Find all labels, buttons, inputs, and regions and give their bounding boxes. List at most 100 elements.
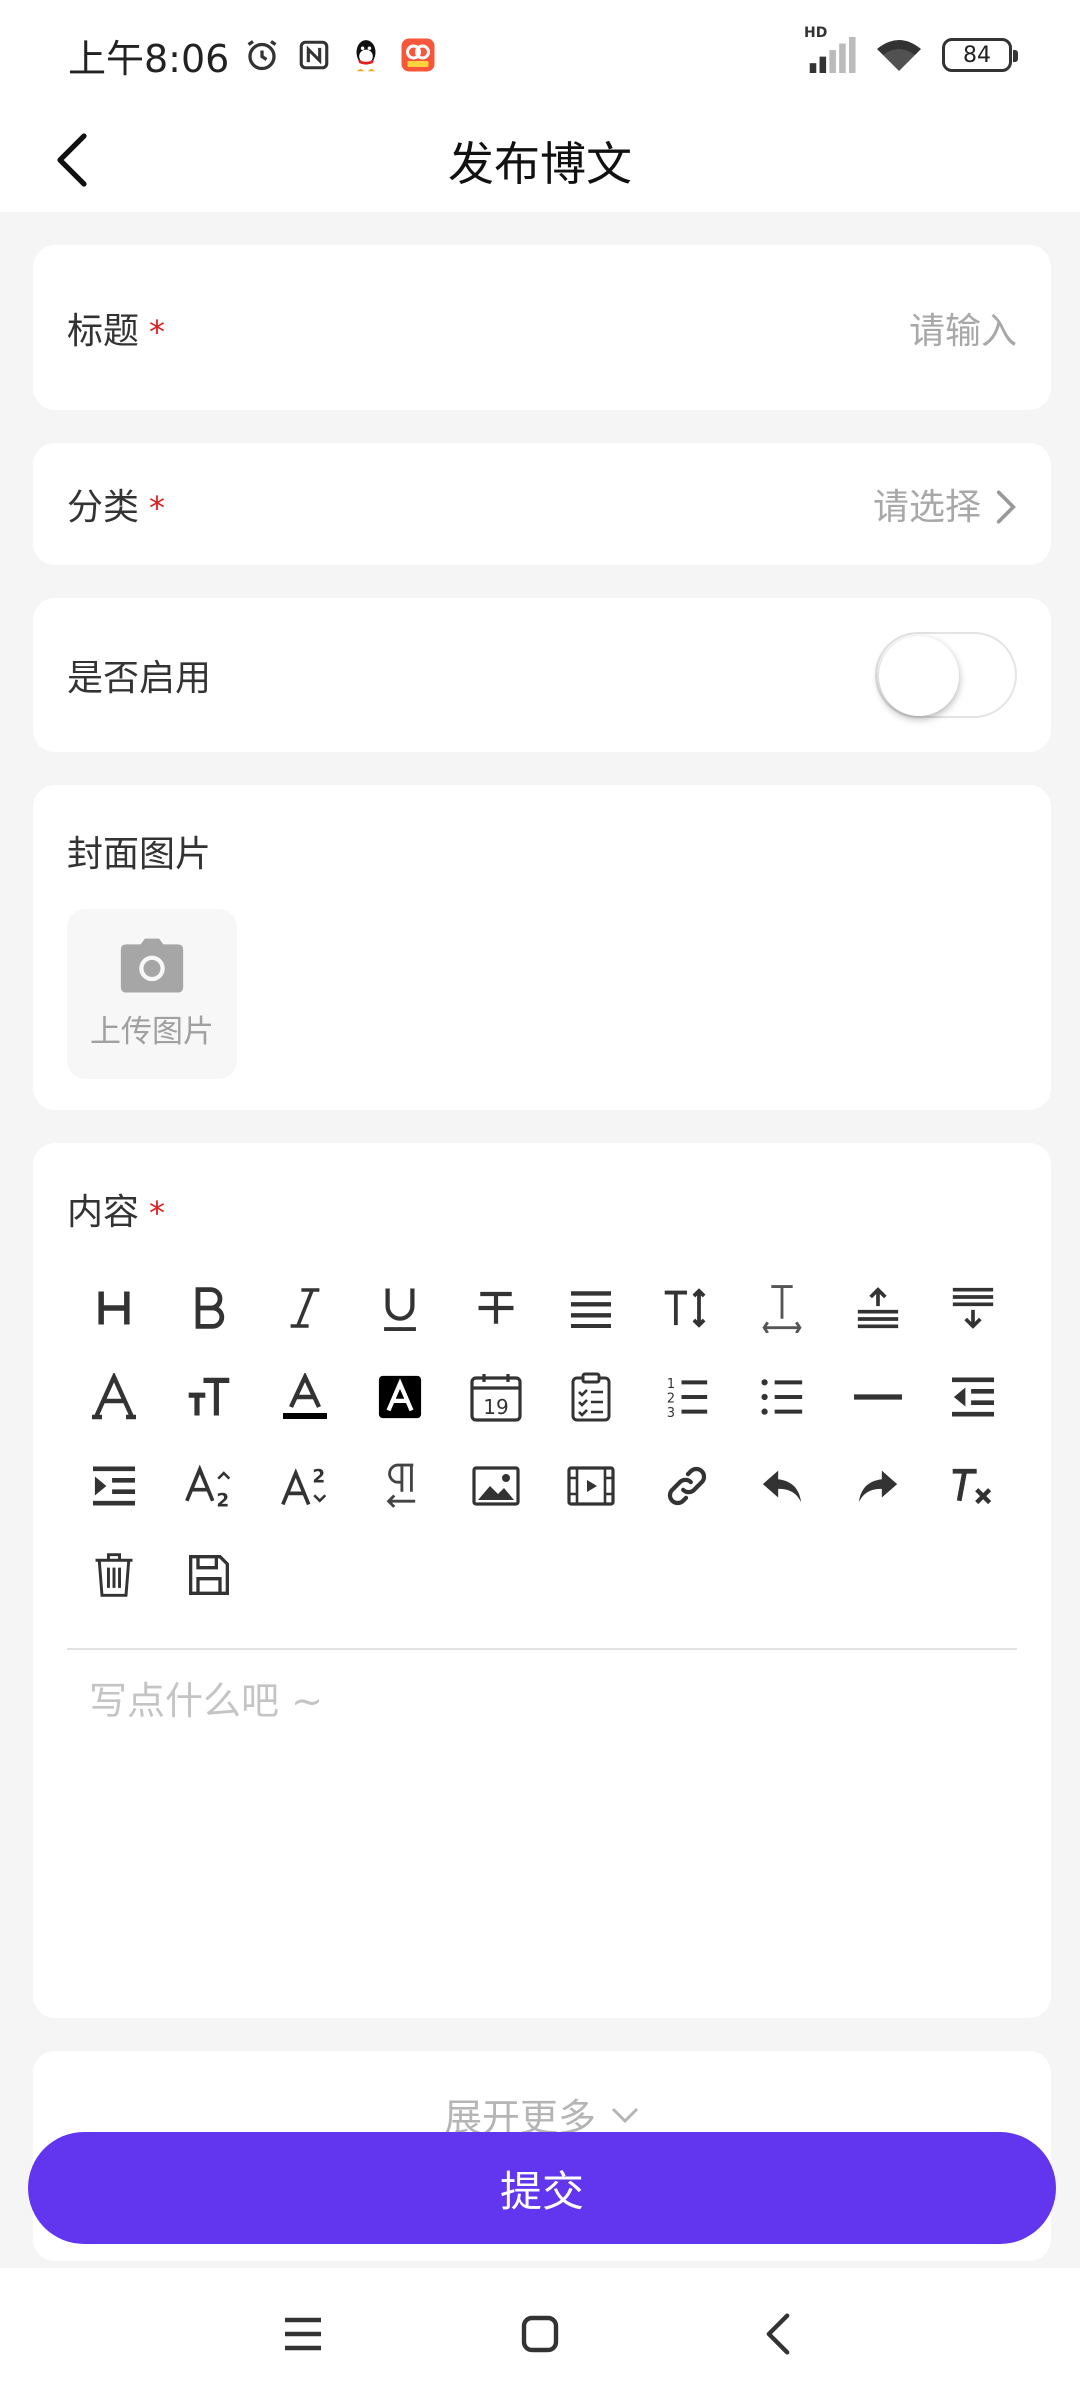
date-icon: 19 bbox=[470, 1373, 522, 1422]
superscript-button[interactable]: 2 bbox=[257, 1441, 353, 1530]
content-editor[interactable]: 写点什么吧 ~ bbox=[89, 1670, 323, 1725]
required-mark: * bbox=[149, 312, 166, 351]
app-badge-icon bbox=[399, 36, 437, 74]
editor-toolbar: 19 123 2 2 bbox=[66, 1263, 1026, 1619]
svg-text:19: 19 bbox=[483, 1395, 508, 1419]
status-right: HD 84 bbox=[804, 25, 1018, 74]
back-button[interactable] bbox=[40, 128, 104, 192]
undo-button[interactable] bbox=[735, 1441, 831, 1530]
font-size-button[interactable] bbox=[162, 1352, 258, 1441]
clear-format-icon bbox=[952, 1468, 992, 1504]
alarm-icon bbox=[243, 36, 281, 74]
svg-text:1: 1 bbox=[667, 1376, 675, 1391]
content-label-wrap: 内容 * bbox=[67, 1183, 165, 1235]
underline-button[interactable] bbox=[353, 1263, 449, 1352]
align-justify-icon bbox=[571, 1290, 612, 1328]
nav-bar: 发布博文 bbox=[0, 110, 1080, 212]
heading-icon bbox=[98, 1291, 130, 1324]
home-button[interactable] bbox=[490, 2284, 590, 2384]
qq-icon bbox=[347, 36, 385, 74]
delete-button[interactable] bbox=[66, 1530, 162, 1619]
title-field-card[interactable]: 标题 * 请输入 bbox=[33, 245, 1051, 410]
required-mark: * bbox=[149, 1194, 166, 1232]
background-color-button[interactable] bbox=[353, 1352, 449, 1441]
spacing-below-button[interactable] bbox=[926, 1263, 1022, 1352]
system-back-button[interactable] bbox=[728, 2284, 828, 2384]
redo-icon bbox=[858, 1470, 897, 1502]
status-left: 上午8:06 bbox=[68, 28, 437, 83]
indent-button[interactable] bbox=[66, 1441, 162, 1530]
heading-button[interactable] bbox=[66, 1263, 162, 1352]
subscript-icon: 2 bbox=[185, 1464, 231, 1509]
category-placeholder: 请选择 bbox=[872, 487, 981, 528]
upload-image-button[interactable]: 上传图片 bbox=[67, 909, 237, 1079]
link-icon bbox=[667, 1466, 706, 1505]
menu-button[interactable] bbox=[253, 2284, 353, 2384]
enabled-toggle[interactable] bbox=[875, 632, 1017, 718]
font-button[interactable] bbox=[66, 1352, 162, 1441]
text-color-icon bbox=[282, 1372, 327, 1419]
category-select[interactable]: 请选择 bbox=[873, 478, 1017, 530]
horizontal-rule-button[interactable] bbox=[830, 1352, 926, 1441]
outdent-icon bbox=[952, 1377, 995, 1416]
image-button[interactable] bbox=[448, 1441, 544, 1530]
paragraph-icon bbox=[386, 1463, 416, 1508]
line-height-icon bbox=[664, 1287, 706, 1328]
cover-image-card: 封面图片 上传图片 bbox=[33, 785, 1051, 1110]
category-field-card[interactable]: 分类 * 请选择 bbox=[33, 443, 1051, 565]
horizontal-rule-icon bbox=[853, 1393, 902, 1400]
trash-icon bbox=[95, 1552, 133, 1597]
redo-button[interactable] bbox=[830, 1441, 926, 1530]
save-button[interactable] bbox=[162, 1530, 258, 1619]
enabled-field-card: 是否启用 bbox=[33, 598, 1051, 752]
title-label: 标题 bbox=[67, 310, 140, 352]
status-bar: 上午8:06 HD 84 bbox=[0, 0, 1080, 110]
letter-spacing-button[interactable] bbox=[735, 1263, 831, 1352]
text-color-button[interactable] bbox=[257, 1352, 353, 1441]
ordered-list-button[interactable]: 123 bbox=[639, 1352, 735, 1441]
clipboard-list-icon bbox=[571, 1372, 611, 1421]
paragraph-button[interactable] bbox=[353, 1441, 449, 1530]
clear-format-button[interactable] bbox=[926, 1441, 1022, 1530]
toolbar-row-1 bbox=[66, 1263, 1026, 1352]
menu-icon bbox=[285, 2317, 321, 2351]
category-label-group: 分类 * bbox=[67, 478, 165, 530]
date-button[interactable]: 19 bbox=[448, 1352, 544, 1441]
content-label: 内容 bbox=[67, 1192, 140, 1233]
camera-icon bbox=[120, 938, 184, 992]
toolbar-row-3: 2 2 bbox=[66, 1441, 1026, 1530]
video-button[interactable] bbox=[544, 1441, 640, 1530]
unordered-list-icon bbox=[761, 1378, 803, 1415]
font-size-icon bbox=[188, 1377, 230, 1415]
italic-icon bbox=[290, 1287, 320, 1328]
spacing-above-button[interactable] bbox=[830, 1263, 926, 1352]
strikethrough-button[interactable] bbox=[448, 1263, 544, 1352]
chevron-right-icon bbox=[996, 490, 1016, 524]
link-button[interactable] bbox=[639, 1441, 735, 1530]
font-icon bbox=[91, 1372, 136, 1419]
italic-button[interactable] bbox=[257, 1263, 353, 1352]
home-icon bbox=[521, 2315, 559, 2353]
align-justify-button[interactable] bbox=[544, 1263, 640, 1352]
checklist-button[interactable] bbox=[544, 1352, 640, 1441]
category-label: 分类 bbox=[67, 487, 140, 528]
svg-text:2: 2 bbox=[217, 1490, 230, 1509]
subscript-button[interactable]: 2 bbox=[162, 1441, 258, 1530]
submit-button[interactable]: 提交 bbox=[28, 2132, 1056, 2244]
system-nav-bar bbox=[0, 2268, 1080, 2400]
cover-label-wrap: 封面图片 bbox=[67, 825, 211, 877]
spacing-above-icon bbox=[857, 1286, 898, 1328]
ordered-list-icon: 123 bbox=[667, 1376, 707, 1419]
back-triangle-icon bbox=[766, 2313, 790, 2355]
page-title: 发布博文 bbox=[448, 137, 632, 191]
outdent-button[interactable] bbox=[926, 1352, 1022, 1441]
toolbar-row-4 bbox=[66, 1530, 1026, 1619]
svg-text:2: 2 bbox=[312, 1466, 325, 1487]
line-height-button[interactable] bbox=[639, 1263, 735, 1352]
toolbar-row-2: 19 123 bbox=[66, 1352, 1026, 1441]
title-input[interactable]: 请输入 bbox=[909, 302, 1017, 354]
unordered-list-button[interactable] bbox=[735, 1352, 831, 1441]
bold-button[interactable] bbox=[162, 1263, 258, 1352]
strikethrough-icon bbox=[478, 1291, 514, 1324]
status-time: 上午8:06 bbox=[68, 36, 230, 81]
